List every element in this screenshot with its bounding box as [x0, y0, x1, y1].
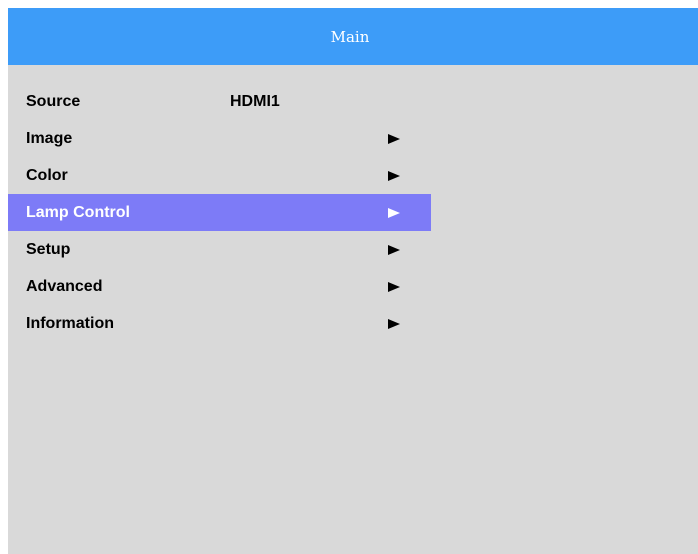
- menu-item-setup[interactable]: Setup: [8, 231, 431, 268]
- menu-item-label: Setup: [26, 240, 71, 258]
- menu-item-label: Advanced: [26, 277, 103, 295]
- menu-item-label: Information: [26, 314, 114, 332]
- menu-title: Main: [330, 27, 370, 46]
- menu-item-color[interactable]: Color: [8, 157, 431, 194]
- menu-item-label: Source: [26, 92, 81, 110]
- play-arrow-icon: [388, 170, 400, 181]
- menu-item-lamp-control[interactable]: Lamp Control: [8, 194, 431, 231]
- play-arrow-icon: [388, 207, 400, 218]
- menu-item-image[interactable]: Image: [8, 120, 431, 157]
- main-menu-list: Source HDMI1 Image Color Lamp Control Se…: [8, 83, 431, 342]
- menu-item-information[interactable]: Information: [8, 305, 431, 342]
- menu-item-advanced[interactable]: Advanced: [8, 268, 431, 305]
- menu-header: Main: [8, 8, 698, 65]
- play-arrow-icon: [388, 281, 400, 292]
- osd-menu-panel: Main Source HDMI1 Image Color Lamp Contr…: [8, 8, 698, 554]
- play-arrow-icon: [388, 133, 400, 144]
- menu-item-source[interactable]: Source HDMI1: [8, 83, 431, 120]
- menu-item-label: Color: [26, 166, 68, 184]
- source-value: HDMI1: [230, 92, 280, 110]
- play-arrow-icon: [388, 244, 400, 255]
- play-arrow-icon: [388, 318, 400, 329]
- menu-item-label: Lamp Control: [26, 203, 130, 221]
- menu-item-label: Image: [26, 129, 73, 147]
